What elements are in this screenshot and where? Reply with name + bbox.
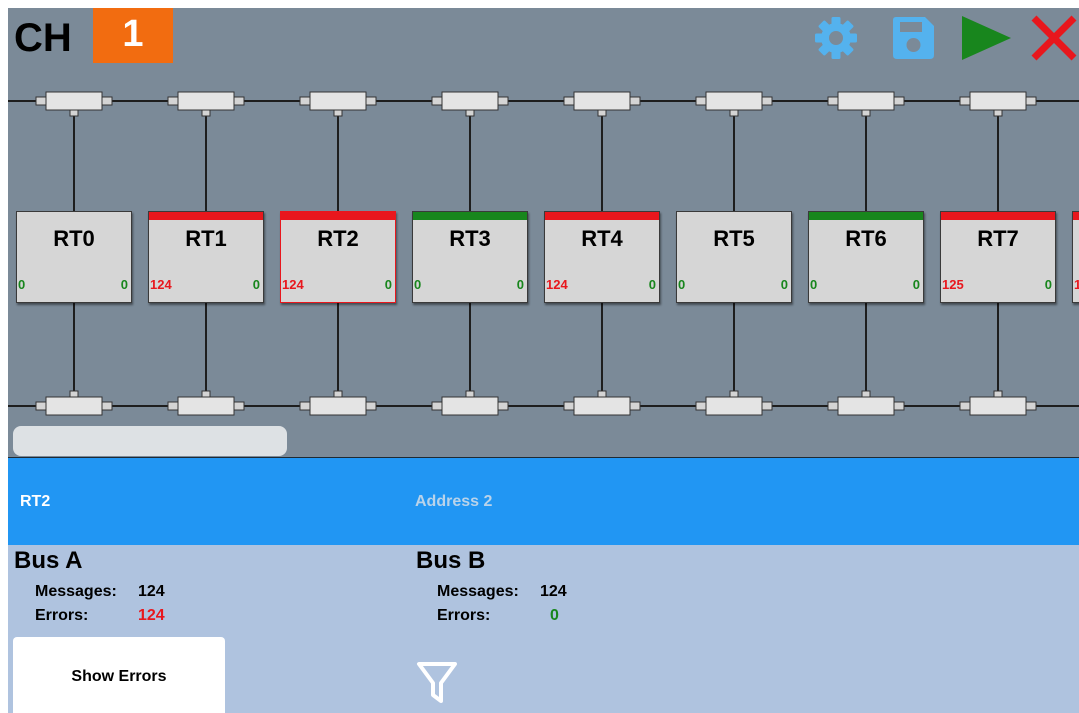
bus-b-messages-value: 124	[540, 583, 567, 600]
bus-coupler	[959, 91, 1037, 117]
terminal-rt4[interactable]: RT4 124 0	[544, 211, 660, 303]
terminal-name: RT0	[53, 226, 95, 251]
show-errors-button[interactable]: Show Errors	[13, 637, 225, 713]
terminal-name: RT4	[581, 226, 623, 251]
bus-a-count: 124	[546, 277, 568, 292]
status-strip	[413, 212, 527, 220]
bus-coupler	[299, 91, 377, 117]
bus-coupler	[827, 91, 905, 117]
bus-a-messages-value: 124	[138, 583, 165, 600]
bus-coupler	[695, 390, 773, 416]
bus-coupler	[695, 91, 773, 117]
terminal-rt2[interactable]: RT2 124 0	[280, 211, 396, 303]
bus-coupler	[563, 390, 641, 416]
bus-b-count: 0	[912, 277, 920, 292]
terminal-partial[interactable]: 1	[1072, 211, 1079, 303]
terminal-rt3[interactable]: RT3 0 0	[412, 211, 528, 303]
status-strip	[281, 212, 395, 220]
selection-header: RT2 Address 2	[8, 457, 1079, 545]
status-strip	[809, 212, 923, 220]
bus-b-title: Bus B	[416, 547, 486, 574]
bus-a-title: Bus A	[14, 547, 83, 574]
bus-b-count: 0	[252, 277, 260, 292]
bus-coupler	[959, 390, 1037, 416]
horizontal-scrollbar[interactable]	[13, 426, 287, 456]
bus-coupler	[35, 390, 113, 416]
close-icon[interactable]	[1026, 12, 1079, 64]
bus-b-errors-label: Errors:	[437, 607, 491, 624]
save-icon[interactable]	[885, 12, 941, 64]
play-icon[interactable]	[958, 12, 1014, 64]
status-strip	[545, 212, 659, 220]
bus-coupler	[35, 91, 113, 117]
bus-a-count: 125	[942, 277, 964, 292]
app-window: CH 1 RT0 0 0 RT1 124 0 RT2 124 0 RT3 0 0…	[8, 8, 1079, 713]
bus-b-count: 0	[120, 277, 128, 292]
bus-a-count: 124	[282, 277, 304, 292]
bus-b-count: 0	[780, 277, 788, 292]
status-strip	[149, 212, 263, 220]
terminal-name: RT6	[845, 226, 887, 251]
terminal-rt1[interactable]: RT1 124 0	[148, 211, 264, 303]
bus-a-count: 124	[150, 277, 172, 292]
gear-icon[interactable]	[808, 12, 864, 64]
terminal-name: RT1	[185, 226, 227, 251]
bus-a-messages-label: Messages:	[35, 583, 117, 600]
bus-diagram: CH 1 RT0 0 0 RT1 124 0 RT2 124 0 RT3 0 0…	[8, 8, 1079, 457]
bus-coupler	[299, 390, 377, 416]
terminal-name: RT5	[713, 226, 755, 251]
status-strip	[941, 212, 1055, 220]
terminal-rt5[interactable]: RT5 0 0	[676, 211, 792, 303]
bus-coupler	[431, 91, 509, 117]
bus-a-count: 0	[810, 277, 818, 292]
bus-b-errors-value: 0	[550, 607, 559, 624]
terminal-rt7[interactable]: RT7 125 0	[940, 211, 1056, 303]
bus-b-count: 0	[1044, 277, 1052, 292]
terminal-rt6[interactable]: RT6 0 0	[808, 211, 924, 303]
details-panel: Bus A Messages: 124 Errors: 124 Bus B Me…	[8, 545, 1079, 713]
bus-coupler	[563, 91, 641, 117]
bus-b-count: 0	[384, 277, 392, 292]
bus-b-count: 0	[648, 277, 656, 292]
bus-coupler	[827, 390, 905, 416]
bus-b-messages-label: Messages:	[437, 583, 519, 600]
filter-icon[interactable]	[415, 660, 459, 706]
status-strip	[1073, 212, 1079, 220]
bus-b-count: 0	[516, 277, 524, 292]
bus-a-errors-value: 124	[138, 607, 165, 624]
bus-a-count: 1	[1074, 277, 1079, 292]
bus-a-errors-label: Errors:	[35, 607, 89, 624]
bus-a-count: 0	[18, 277, 26, 292]
terminal-name: RT3	[449, 226, 491, 251]
selected-terminal-name: RT2	[20, 493, 51, 510]
bus-coupler	[167, 390, 245, 416]
channel-number[interactable]: 1	[93, 8, 173, 63]
selected-terminal-address: Address 2	[415, 493, 493, 510]
terminal-name: RT7	[977, 226, 1019, 251]
terminal-name: RT2	[317, 226, 359, 251]
bus-coupler	[167, 91, 245, 117]
channel-label: CH	[14, 16, 72, 60]
bus-a-count: 0	[414, 277, 422, 292]
bus-a-count: 0	[678, 277, 686, 292]
terminal-rt0[interactable]: RT0 0 0	[16, 211, 132, 303]
bus-coupler	[431, 390, 509, 416]
